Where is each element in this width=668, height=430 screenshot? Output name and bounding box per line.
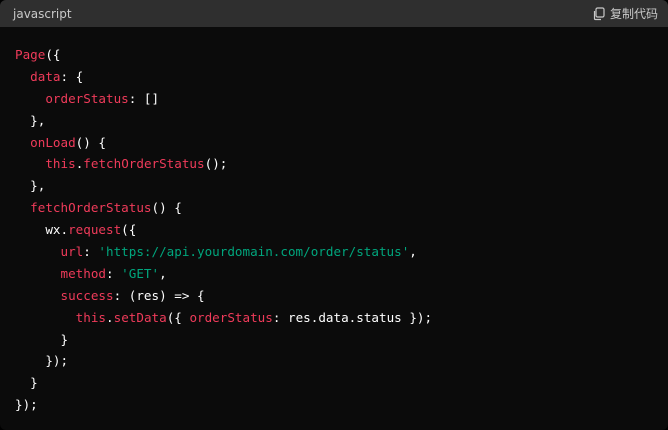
code-identifier: setData (113, 309, 167, 325)
code-text: }, (15, 112, 46, 128)
code-line: }, (15, 175, 668, 197)
copy-code-button[interactable]: 复制代码 (592, 5, 658, 22)
code-line: method: 'GET', (15, 263, 668, 285)
code-block-header: javascript 复制代码 (0, 0, 668, 27)
code-string: 'https://api.yourdomain.com/order/status… (98, 244, 410, 260)
code-identifier: url (60, 244, 84, 260)
code-string: 'GET' (121, 265, 160, 281)
code-line: } (15, 372, 668, 394)
code-identifier: orderStatus (189, 309, 273, 325)
code-text: : (106, 265, 122, 281)
code-line: this.setData({ orderStatus: res.data.sta… (15, 307, 668, 329)
code-identifier: request (68, 222, 122, 238)
code-line: url: 'https://api.yourdomain.com/order/s… (15, 241, 668, 263)
code-text: : (res) => { (113, 287, 205, 303)
code-identifier: Page (15, 47, 46, 62)
code-text: wx. (15, 222, 69, 238)
code-line: } (15, 329, 668, 351)
code-text: ({ (45, 47, 61, 62)
code-text: }, (15, 178, 46, 194)
code-text: ({ (166, 309, 190, 325)
code-line: fetchOrderStatus() { (15, 197, 668, 219)
code-text: : { (60, 68, 84, 84)
code-line: Page({ (15, 44, 668, 66)
code-line: orderStatus: [] (15, 88, 668, 110)
code-text: } (15, 375, 38, 391)
code-text: }); (15, 353, 69, 369)
code-identifier: onLoad (30, 134, 76, 150)
code-line: }, (15, 110, 668, 132)
code-identifier: orderStatus (45, 90, 129, 106)
code-text: } (15, 331, 69, 347)
code-line: wx.request({ (15, 219, 668, 241)
code-text: }); (15, 397, 38, 413)
code-text: . (106, 309, 114, 325)
code-identifier: method (60, 265, 107, 281)
code-text: () { (151, 200, 182, 216)
code-line: this.fetchOrderStatus(); (15, 153, 668, 175)
code-line: }); (15, 350, 668, 372)
code-text: ({ (121, 222, 137, 238)
copy-icon (592, 6, 606, 21)
code-text: (); (204, 156, 228, 172)
code-text: , (159, 265, 167, 281)
code-identifier: data (30, 68, 61, 84)
code-line: onLoad() { (15, 132, 668, 154)
code-line: data: { (15, 66, 668, 88)
code-content: Page({ data: { orderStatus: [] }, onLoad… (15, 44, 668, 416)
code-line: }); (15, 394, 668, 416)
code-identifier: success (60, 287, 114, 303)
code-identifier: this (75, 309, 107, 325)
code-identifier: fetchOrderStatus (30, 200, 152, 216)
code-identifier: fetchOrderStatus (83, 156, 205, 172)
code-body[interactable]: Page({ data: { orderStatus: [] }, onLoad… (0, 27, 668, 416)
code-line: success: (res) => { (15, 285, 668, 307)
code-block: javascript 复制代码 Page({ data: { orderStat… (0, 0, 668, 430)
code-text: () { (75, 134, 107, 150)
code-text: : [] (128, 90, 160, 106)
code-text: , (409, 244, 417, 260)
copy-code-label: 复制代码 (609, 7, 658, 21)
code-text: : res.data.status }); (272, 309, 433, 325)
language-label: javascript (13, 6, 72, 21)
code-text: : (83, 244, 99, 260)
code-identifier: this (45, 156, 76, 172)
